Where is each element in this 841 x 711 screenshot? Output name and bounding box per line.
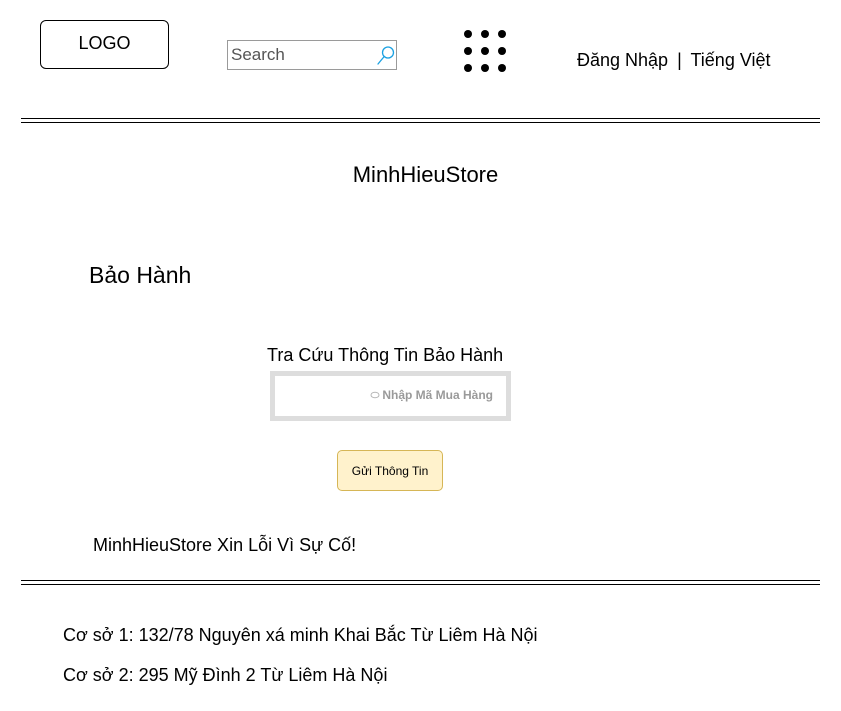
search-box[interactable] bbox=[227, 40, 397, 70]
search-icon bbox=[370, 391, 380, 399]
purchase-code-placeholder-text: Nhập Mã Mua Hàng bbox=[382, 388, 493, 402]
footer-divider bbox=[21, 580, 820, 585]
purchase-code-placeholder: Nhập Mã Mua Hàng bbox=[370, 388, 493, 402]
link-separator: | bbox=[677, 50, 682, 70]
address-line-2: Cơ sở 2: 295 Mỹ Đình 2 Từ Liêm Hà Nội bbox=[63, 665, 388, 685]
address-line-1: Cơ sở 1: 132/78 Nguyên xá minh Khai Bắc … bbox=[63, 625, 538, 645]
search-icon[interactable] bbox=[376, 45, 396, 67]
page-title: Bảo Hành bbox=[89, 262, 192, 288]
header-divider bbox=[21, 118, 820, 123]
submit-button[interactable]: Gửi Thông Tin bbox=[337, 450, 443, 491]
login-link[interactable]: Đăng Nhập bbox=[577, 50, 668, 70]
store-title: MinhHieuStore bbox=[352, 162, 499, 187]
purchase-code-field[interactable]: Nhập Mã Mua Hàng bbox=[270, 371, 511, 421]
logo-label: LOGO bbox=[78, 33, 131, 53]
top-links: Đăng Nhập | Tiếng Việt bbox=[577, 50, 771, 71]
warranty-lookup-label: Tra Cứu Thông Tin Bảo Hành bbox=[267, 345, 504, 365]
logo[interactable]: LOGO bbox=[40, 20, 169, 69]
language-link[interactable]: Tiếng Việt bbox=[690, 50, 770, 70]
apps-grid-icon[interactable] bbox=[462, 28, 508, 74]
apology-message: MinhHieuStore Xin Lỗi Vì Sự Cố! bbox=[93, 535, 357, 555]
search-input[interactable] bbox=[231, 43, 371, 67]
